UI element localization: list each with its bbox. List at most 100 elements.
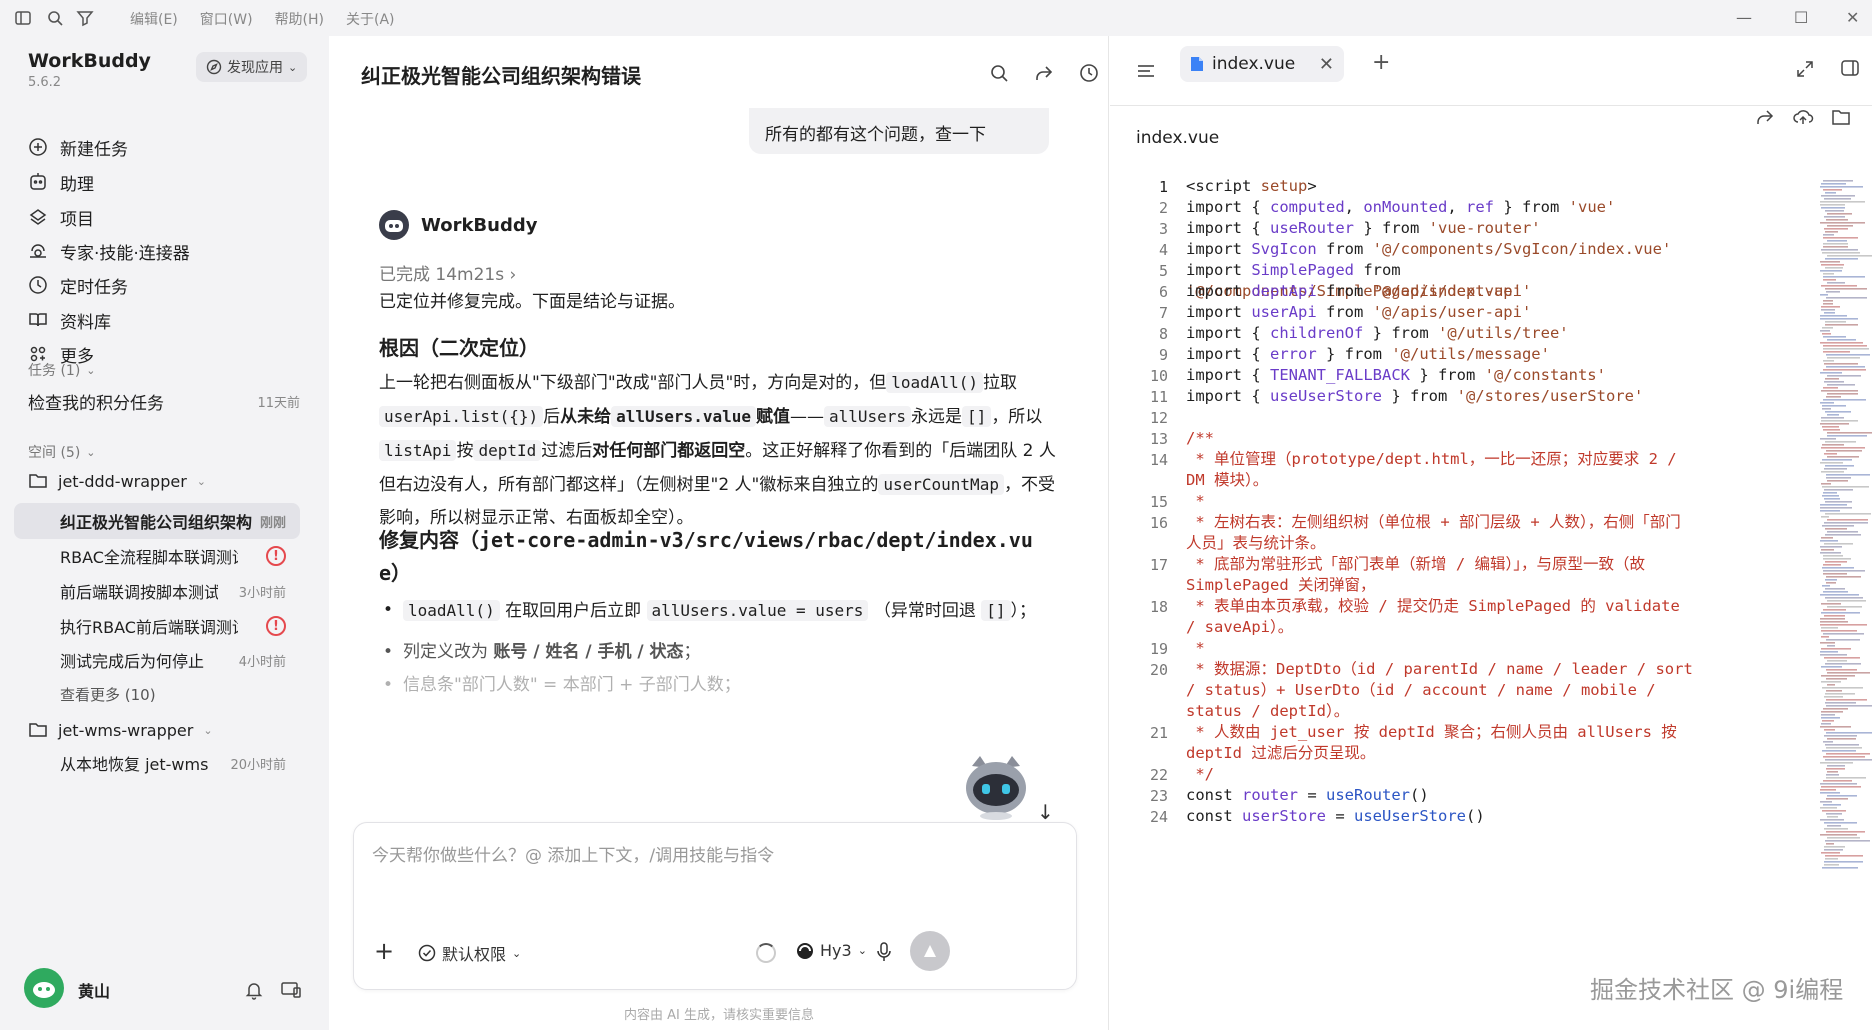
add-tab-icon[interactable]: + [1372, 50, 1390, 75]
session-item[interactable]: 前后端联调按脚本测试 3小时前 [14, 573, 300, 609]
minimap-stripe [1823, 591, 1848, 593]
file-icon [1191, 57, 1203, 71]
nav-library[interactable]: 资料库 [28, 305, 111, 335]
nav-new-task[interactable]: 新建任务 [28, 132, 128, 162]
minimap-stripe [1821, 417, 1844, 419]
session-item[interactable]: 执行RBAC前后端联调测试 ! [14, 608, 300, 644]
workspace-jet-ddd-wrapper[interactable]: jet-ddd-wrapper ⌄ [28, 466, 206, 496]
bell-icon[interactable] [244, 980, 264, 1000]
minimap-stripe [1827, 531, 1858, 533]
menu-icon[interactable] [1136, 62, 1156, 80]
warning-icon: ! [266, 546, 286, 566]
chat-panel: 纠正极光智能公司组织架构错误 所有的都有这个问题，查一下 WorkBuddy 已… [329, 36, 1109, 1030]
minimap-stripe [1826, 639, 1860, 641]
session-item[interactable]: 测试完成后为何停止 4小时前 [14, 642, 300, 678]
scroll-down-icon[interactable]: ↓ [1037, 800, 1054, 824]
minimap-stripe [1821, 309, 1835, 311]
code-minimap[interactable] [1818, 180, 1872, 880]
folder-icon[interactable] [1830, 106, 1852, 128]
minimap-stripe [1822, 567, 1854, 569]
code-line: * [1186, 492, 1205, 510]
minimap-stripe [1820, 402, 1834, 404]
minimap-stripe [1823, 780, 1852, 782]
minimap-stripe [1820, 618, 1845, 620]
avatar[interactable] [24, 968, 64, 1008]
minimap-stripe [1820, 504, 1847, 506]
menu-bar: 编辑(E) 窗口(W) 帮助(H) 关于(A) [130, 9, 395, 29]
tasks-section-header[interactable]: 任务 (1) ⌄ [28, 360, 96, 380]
minimap-stripe [1821, 447, 1865, 449]
view-more-link[interactable]: 查看更多 (10) [60, 684, 156, 705]
minimap-stripe [1823, 348, 1869, 350]
minimap-stripe [1821, 183, 1846, 185]
minimap-stripe [1820, 540, 1838, 542]
session-item[interactable]: 从本地恢复 jet-wms 20小时前 [14, 745, 300, 781]
minimap-stripe [1821, 264, 1844, 266]
add-attachment-icon[interactable]: + [374, 937, 394, 965]
session-item[interactable]: 纠正极光智能公司组织架构 刚刚 [14, 503, 300, 539]
minimap-stripe [1820, 726, 1851, 728]
spaces-section-header[interactable]: 空间 (5) ⌄ [28, 442, 96, 462]
share-icon[interactable] [1033, 62, 1055, 84]
microphone-icon[interactable] [874, 941, 894, 963]
minimap-stripe [1827, 414, 1839, 416]
list-item: 信息条"部门人数" = 本部门 + 子部门人数； [379, 669, 1059, 702]
minimap-stripe [1820, 201, 1865, 203]
user-name[interactable]: 黄山 [78, 978, 110, 1002]
permission-selector[interactable]: 默认权限 ⌄ [418, 941, 521, 965]
chat-input[interactable]: 今天帮你做些什么？@ 添加上下文，/调用技能与指令 [372, 841, 774, 866]
task-item[interactable]: 检查我的积分任务 11天前 [28, 386, 300, 416]
sidebar-toggle-icon[interactable] [14, 9, 32, 27]
warning-icon: ! [266, 616, 286, 636]
minimap-stripe [1825, 192, 1836, 194]
close-window-icon[interactable]: ✕ [1846, 8, 1859, 27]
nav-scheduled[interactable]: 定时任务 [28, 270, 128, 300]
nav-project[interactable]: 项目 [28, 202, 94, 232]
upload-cloud-icon[interactable] [1792, 106, 1814, 128]
robot-mascot-icon[interactable] [960, 752, 1032, 822]
expand-icon[interactable] [1796, 60, 1814, 78]
minimize-icon[interactable]: — [1736, 8, 1752, 27]
nav-label: 专家·技能·连接器 [60, 243, 190, 264]
maximize-icon[interactable]: ☐ [1794, 8, 1808, 27]
code-editor[interactable]: 1 <script setup> 2 import { computed, onMou… [1110, 176, 1810, 1026]
menu-window[interactable]: 窗口(W) [200, 9, 253, 29]
minimap-stripe [1825, 693, 1855, 695]
devices-icon[interactable] [280, 980, 302, 1000]
panel-toggle-icon[interactable] [1840, 58, 1860, 78]
session-item[interactable]: RBAC全流程脚本联调测试 ! [14, 538, 300, 574]
workspace-jet-wms-wrapper[interactable]: jet-wms-wrapper ⌄ [28, 715, 213, 745]
send-button[interactable] [910, 931, 950, 971]
line-number: 12 [1149, 409, 1168, 427]
minimap-stripe [1821, 603, 1841, 605]
history-icon[interactable] [1078, 62, 1100, 84]
close-icon[interactable]: ✕ [1319, 54, 1334, 75]
minimap-stripe [1822, 426, 1839, 428]
minimap-stripe [1821, 630, 1857, 632]
chevron-down-icon: ⌄ [86, 363, 96, 377]
chat-input-box[interactable]: 今天帮你做些什么？@ 添加上下文，/调用技能与指令 + 默认权限 ⌄ Hy3 ⌄ [353, 822, 1077, 990]
nav-experts[interactable]: 专家·技能·连接器 [28, 236, 190, 266]
run-status[interactable]: 已完成 14m21s › [379, 260, 516, 285]
nav-assistant[interactable]: 助理 [28, 167, 94, 197]
minimap-stripe [1824, 864, 1839, 866]
minimap-stripe [1823, 336, 1846, 338]
search-icon[interactable] [46, 9, 64, 27]
line-number: 10 [1149, 367, 1168, 385]
share-icon[interactable] [1754, 106, 1776, 128]
minimap-stripe [1825, 513, 1871, 515]
menu-edit[interactable]: 编辑(E) [130, 9, 178, 29]
tab-index-vue[interactable]: index.vue ✕ [1180, 46, 1344, 82]
filter-icon[interactable] [76, 9, 94, 27]
model-selector[interactable]: Hy3 ⌄ [796, 941, 867, 960]
minimap-stripe [1821, 612, 1860, 614]
discover-apps-button[interactable]: 发现应用 ⌄ [196, 52, 308, 82]
minimap-stripe [1823, 492, 1837, 494]
menu-help[interactable]: 帮助(H) [275, 9, 324, 29]
minimap-stripe [1827, 825, 1841, 827]
search-icon[interactable] [988, 62, 1010, 84]
minimap-stripe [1827, 738, 1856, 740]
menu-about[interactable]: 关于(A) [346, 9, 395, 29]
minimap-stripe [1825, 378, 1839, 380]
robot-icon [385, 220, 403, 232]
